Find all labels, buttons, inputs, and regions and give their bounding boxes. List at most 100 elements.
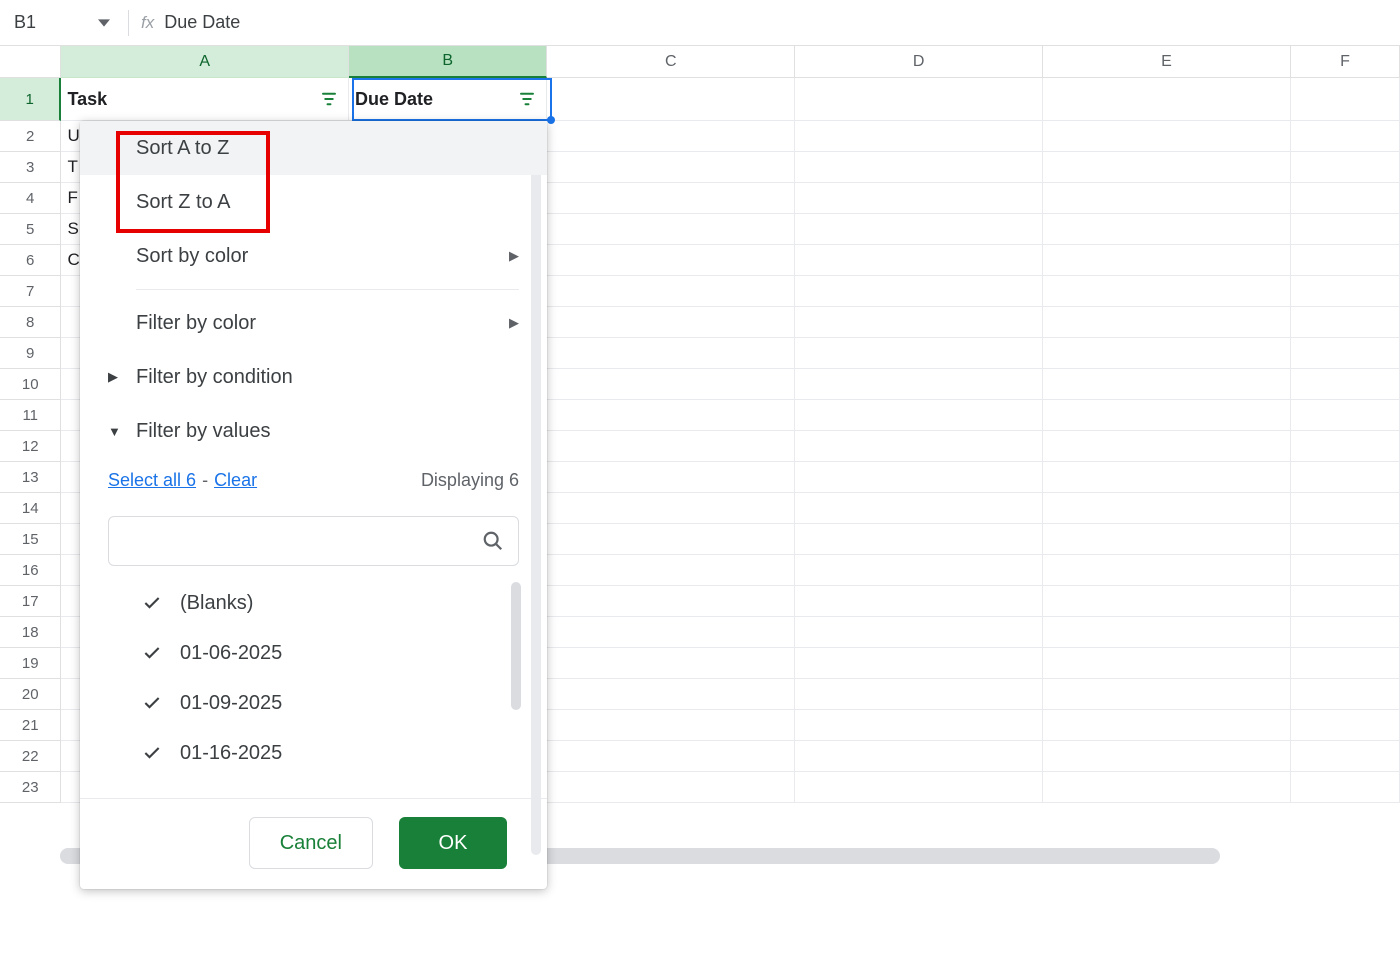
row-header[interactable]: 6 — [0, 245, 61, 276]
row-header[interactable]: 9 — [0, 338, 61, 369]
cell-D2[interactable] — [795, 121, 1043, 152]
cell-F7[interactable] — [1291, 276, 1400, 307]
filter-by-condition[interactable]: ▶ Filter by condition — [80, 350, 547, 404]
cell-F6[interactable] — [1291, 245, 1400, 276]
cell-C18[interactable] — [547, 617, 795, 648]
row-header[interactable]: 5 — [0, 214, 61, 245]
filter-value-item[interactable]: 01-16-2025 — [108, 728, 519, 778]
cell-D9[interactable] — [795, 338, 1043, 369]
cell-C7[interactable] — [547, 276, 795, 307]
cell-C2[interactable] — [547, 121, 795, 152]
cell-C23[interactable] — [547, 772, 795, 803]
cell-C12[interactable] — [547, 431, 795, 462]
cell-F4[interactable] — [1291, 183, 1400, 214]
cell-F13[interactable] — [1291, 462, 1400, 493]
cell-D4[interactable] — [795, 183, 1043, 214]
cell-D17[interactable] — [795, 586, 1043, 617]
cell-E10[interactable] — [1043, 369, 1291, 400]
cell-D20[interactable] — [795, 679, 1043, 710]
cell-C21[interactable] — [547, 710, 795, 741]
row-header[interactable]: 20 — [0, 679, 61, 710]
cell-D18[interactable] — [795, 617, 1043, 648]
cell-F9[interactable] — [1291, 338, 1400, 369]
cell-E14[interactable] — [1043, 493, 1291, 524]
cell-F8[interactable] — [1291, 307, 1400, 338]
cell-C17[interactable] — [547, 586, 795, 617]
cell-F21[interactable] — [1291, 710, 1400, 741]
cell-E21[interactable] — [1043, 710, 1291, 741]
row-header[interactable]: 18 — [0, 617, 61, 648]
cell-D5[interactable] — [795, 214, 1043, 245]
cell-E11[interactable] — [1043, 400, 1291, 431]
row-header[interactable]: 15 — [0, 524, 61, 555]
cell-C11[interactable] — [547, 400, 795, 431]
cell-F23[interactable] — [1291, 772, 1400, 803]
cell-C13[interactable] — [547, 462, 795, 493]
cell-F1[interactable] — [1291, 78, 1400, 121]
cell-D14[interactable] — [795, 493, 1043, 524]
cell-C4[interactable] — [547, 183, 795, 214]
row-header[interactable]: 13 — [0, 462, 61, 493]
row-header[interactable]: 16 — [0, 555, 61, 586]
cell-F12[interactable] — [1291, 431, 1400, 462]
cell-E19[interactable] — [1043, 648, 1291, 679]
cell-E2[interactable] — [1043, 121, 1291, 152]
cell-D13[interactable] — [795, 462, 1043, 493]
cell-D22[interactable] — [795, 741, 1043, 772]
cell-C5[interactable] — [547, 214, 795, 245]
cell-E7[interactable] — [1043, 276, 1291, 307]
name-box[interactable]: B1 — [8, 6, 116, 40]
filter-search-input[interactable] — [123, 531, 482, 552]
row-header[interactable]: 10 — [0, 369, 61, 400]
filter-value-item[interactable]: 01-09-2025 — [108, 678, 519, 728]
cell-D3[interactable] — [795, 152, 1043, 183]
cell-F3[interactable] — [1291, 152, 1400, 183]
cell-F10[interactable] — [1291, 369, 1400, 400]
cell-A1[interactable]: Task — [61, 78, 349, 121]
cell-E8[interactable] — [1043, 307, 1291, 338]
cell-E9[interactable] — [1043, 338, 1291, 369]
cell-F19[interactable] — [1291, 648, 1400, 679]
col-header-B[interactable]: B — [349, 46, 547, 78]
row-header[interactable]: 12 — [0, 431, 61, 462]
row-header[interactable]: 14 — [0, 493, 61, 524]
cell-E22[interactable] — [1043, 741, 1291, 772]
cell-E12[interactable] — [1043, 431, 1291, 462]
row-header[interactable]: 19 — [0, 648, 61, 679]
filter-value-item[interactable]: (Blanks) — [108, 578, 519, 628]
filter-value-item[interactable]: 01-06-2025 — [108, 628, 519, 678]
cell-D21[interactable] — [795, 710, 1043, 741]
cell-C10[interactable] — [547, 369, 795, 400]
row-header[interactable]: 21 — [0, 710, 61, 741]
cell-E15[interactable] — [1043, 524, 1291, 555]
col-header-A[interactable]: A — [61, 46, 349, 78]
row-header[interactable]: 8 — [0, 307, 61, 338]
cell-E17[interactable] — [1043, 586, 1291, 617]
cell-C16[interactable] — [547, 555, 795, 586]
cell-F15[interactable] — [1291, 524, 1400, 555]
cell-F14[interactable] — [1291, 493, 1400, 524]
cell-E16[interactable] — [1043, 555, 1291, 586]
row-header[interactable]: 4 — [0, 183, 61, 214]
cell-E1[interactable] — [1043, 78, 1291, 121]
cell-C14[interactable] — [547, 493, 795, 524]
filter-icon[interactable] — [320, 90, 338, 108]
cell-D15[interactable] — [795, 524, 1043, 555]
filter-icon[interactable] — [518, 90, 536, 108]
select-all-corner[interactable] — [0, 46, 61, 78]
cell-D1[interactable] — [795, 78, 1043, 121]
cell-F22[interactable] — [1291, 741, 1400, 772]
value-list-scrollbar[interactable] — [511, 582, 521, 710]
row-header[interactable]: 23 — [0, 772, 61, 803]
cell-E6[interactable] — [1043, 245, 1291, 276]
ok-button[interactable]: OK — [399, 817, 507, 869]
cell-F5[interactable] — [1291, 214, 1400, 245]
cell-E4[interactable] — [1043, 183, 1291, 214]
cell-E13[interactable] — [1043, 462, 1291, 493]
cell-F16[interactable] — [1291, 555, 1400, 586]
clear-link[interactable]: Clear — [214, 470, 257, 491]
cell-B1[interactable]: Due Date — [349, 78, 547, 121]
cell-C9[interactable] — [547, 338, 795, 369]
row-header[interactable]: 17 — [0, 586, 61, 617]
formula-input[interactable]: Due Date — [164, 12, 240, 33]
